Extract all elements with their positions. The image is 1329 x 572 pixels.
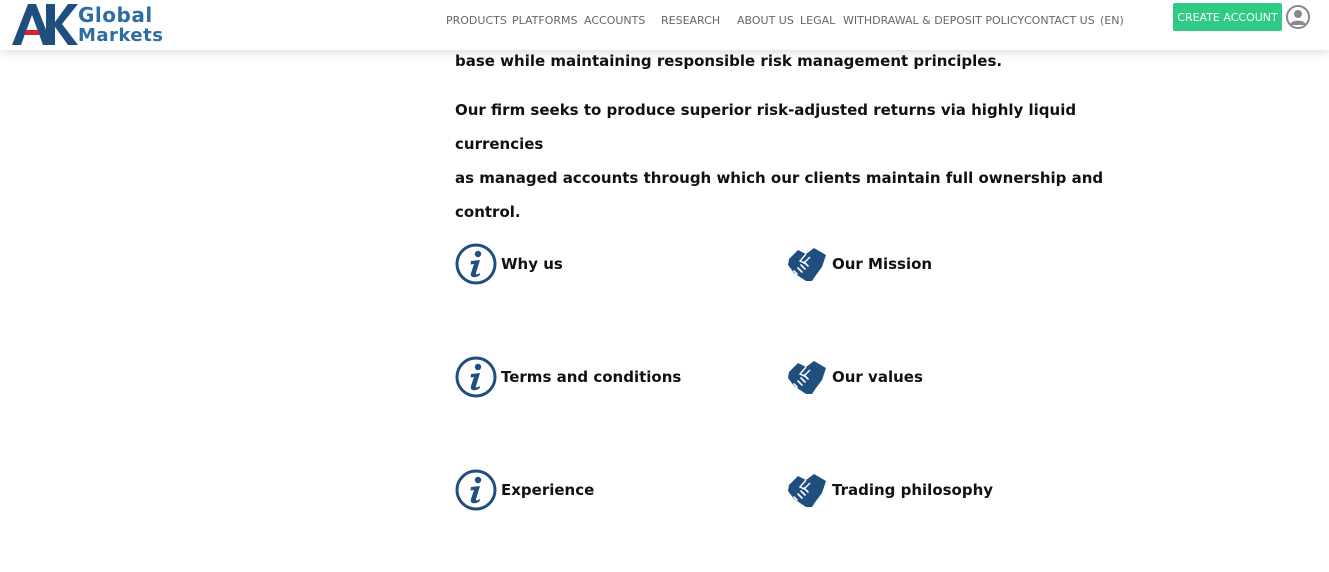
feature-label: Experience (501, 481, 595, 499)
language-selector[interactable]: (EN) (1100, 14, 1124, 27)
feature-label: Our Mission (832, 255, 933, 273)
feature-label: Terms and conditions (501, 368, 682, 386)
nav-platforms[interactable]: PLATFORMS (512, 14, 578, 27)
firm-text-line: as managed accounts through which our cl… (455, 169, 1104, 187)
create-account-button[interactable]: CREATE ACCOUNT (1173, 3, 1282, 31)
handshake-icon (788, 248, 826, 281)
user-avatar-icon[interactable] (1286, 5, 1310, 29)
feature-our-values[interactable]: Our values (786, 355, 923, 399)
info-icon (455, 243, 497, 285)
info-icon (455, 356, 497, 398)
nav-accounts[interactable]: ACCOUNTS (584, 14, 645, 27)
nav-products[interactable]: PRODUCTS (446, 14, 507, 27)
firm-paragraph: Our firm seeks to produce superior risk-… (455, 93, 1115, 229)
nav-legal[interactable]: LEGAL (800, 14, 835, 27)
logo-text-global: Global (78, 3, 153, 27)
firm-text-line: Our firm seeks to produce superior risk-… (455, 101, 1077, 153)
feature-experience[interactable]: Experience (455, 468, 594, 512)
nav-about-us[interactable]: ABOUT US (737, 14, 794, 27)
logo-mark-icon (12, 4, 78, 45)
feature-our-mission[interactable]: Our Mission (786, 242, 932, 286)
nav-contact-us[interactable]: CONTACT US (1024, 14, 1095, 27)
feature-terms-and-conditions[interactable]: Terms and conditions (455, 355, 681, 399)
site-header: Global Markets PRODUCTS PLATFORMS ACCOUN… (0, 0, 1329, 50)
feature-label: Our values (832, 368, 923, 386)
logo-text-markets: Markets (78, 25, 164, 46)
brand-logo[interactable]: Global Markets (12, 2, 164, 48)
handshake-icon (788, 474, 826, 507)
info-icon (455, 469, 497, 511)
handshake-icon (788, 361, 826, 394)
firm-text-line: control. (455, 203, 521, 221)
feature-label: Trading philosophy (832, 481, 994, 499)
feature-label: Why us (501, 255, 563, 273)
nav-research[interactable]: RESEARCH (661, 14, 720, 27)
feature-trading-philosophy[interactable]: Trading philosophy (786, 468, 993, 512)
nav-withdrawal-deposit-policy[interactable]: WITHDRAWAL & DEPOSIT POLICY (843, 14, 1024, 27)
feature-why-us[interactable]: Why us (455, 242, 563, 286)
